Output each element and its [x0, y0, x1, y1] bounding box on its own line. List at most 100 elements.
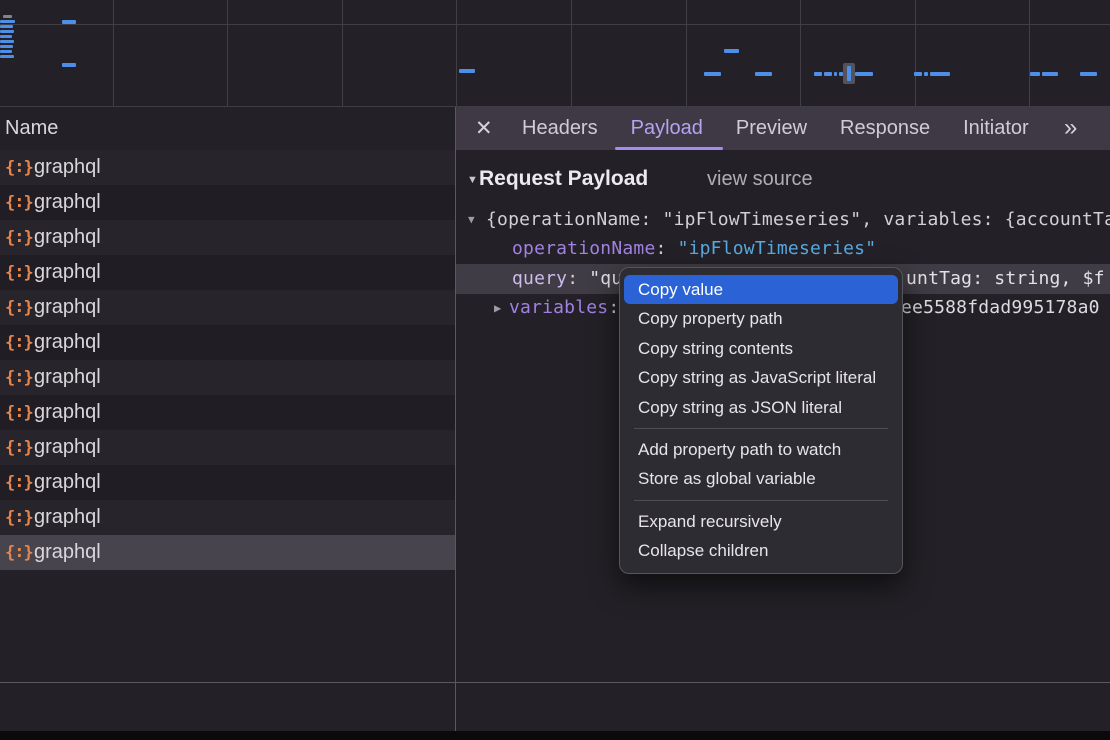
json-braces-icon: {∶} — [5, 368, 34, 388]
request-name: graphql — [34, 541, 101, 564]
payload-root-row[interactable]: ▼ {operationName: "ipFlowTimeseries", va… — [455, 205, 1110, 235]
request-row[interactable]: {∶}graphql — [0, 150, 455, 185]
operation-name-row[interactable]: operationName: "ipFlowTimeseries" — [455, 234, 1110, 264]
property-key: variables — [509, 297, 608, 318]
json-braces-icon: {∶} — [5, 438, 34, 458]
tab-preview[interactable]: Preview — [736, 107, 807, 150]
section-title: Request Payload — [479, 164, 648, 194]
query-entry: query: "qu — [512, 264, 622, 294]
menu-item-copy-property-path[interactable]: Copy property path — [624, 304, 898, 333]
json-braces-icon: {∶} — [5, 263, 34, 283]
json-braces-icon: {∶} — [5, 333, 34, 353]
context-menu: Copy valueCopy property pathCopy string … — [619, 267, 903, 574]
menu-item-copy-string-contents[interactable]: Copy string contents — [624, 334, 898, 363]
overview-request-bar — [0, 40, 14, 43]
menu-separator — [634, 500, 888, 501]
request-name: graphql — [34, 296, 101, 319]
overview-request-bar — [814, 72, 822, 76]
request-name: graphql — [34, 436, 101, 459]
property-value: "ipFlowTimeseries" — [678, 238, 877, 259]
key-separator: : — [608, 297, 619, 318]
menu-item-copy-string-as-javascript-literal[interactable]: Copy string as JavaScript literal — [624, 363, 898, 392]
name-column-label: Name — [0, 106, 455, 150]
menu-item-copy-string-as-json-literal[interactable]: Copy string as JSON literal — [624, 393, 898, 422]
request-name: graphql — [34, 366, 101, 389]
expand-triangle-icon[interactable]: ▼ — [468, 205, 475, 235]
close-icon[interactable]: ✕ — [475, 107, 493, 150]
detail-tabs: Headers Payload Preview Response Initiator — [522, 107, 1029, 150]
request-row[interactable]: {∶}graphql — [0, 220, 455, 255]
json-braces-icon: {∶} — [5, 473, 34, 493]
request-row[interactable]: {∶}graphql — [0, 290, 455, 325]
tab-payload[interactable]: Payload — [631, 107, 703, 150]
overview-request-bar — [0, 55, 14, 58]
request-name: graphql — [34, 191, 101, 214]
window-bottom-edge — [0, 731, 1110, 740]
request-list-header[interactable]: Name — [0, 106, 455, 151]
request-row[interactable]: {∶}graphql — [0, 535, 455, 570]
request-row[interactable]: {∶}graphql — [0, 185, 455, 220]
pane-vertical-divider[interactable] — [455, 107, 456, 731]
overview-gridline — [227, 0, 228, 106]
collapse-triangle-icon[interactable]: ▼ — [467, 165, 478, 195]
object-preview: {operationName: "ipFlowTimeseries", vari… — [486, 205, 1110, 235]
request-row[interactable]: {∶}graphql — [0, 430, 455, 465]
request-name: graphql — [34, 506, 101, 529]
variables-preview-right: ee5588fdad995178a0 — [901, 293, 1100, 323]
overview-request-bar — [724, 49, 739, 53]
overview-request-bar — [0, 50, 12, 53]
request-name: graphql — [34, 226, 101, 249]
request-row[interactable]: {∶}graphql — [0, 325, 455, 360]
json-braces-icon: {∶} — [5, 403, 34, 423]
request-row[interactable]: {∶}graphql — [0, 465, 455, 500]
overview-gridline — [113, 0, 114, 106]
overview-request-bar — [824, 72, 832, 76]
overview-request-bar — [62, 63, 76, 67]
overview-request-bar — [1030, 72, 1040, 76]
overview-request-bar — [0, 35, 12, 38]
expand-triangle-icon[interactable]: ▶ — [494, 293, 501, 323]
property-value-left: "qu — [589, 268, 622, 289]
overview-gridline — [456, 0, 457, 106]
overview-selected-marker-bar — [847, 66, 851, 81]
overview-request-bar — [914, 72, 922, 76]
overview-request-bar — [855, 72, 873, 76]
tab-initiator[interactable]: Initiator — [963, 107, 1029, 150]
payload-section-header[interactable]: ▼ Request Payload view source — [455, 164, 1110, 194]
menu-item-copy-value[interactable]: Copy value — [624, 275, 898, 304]
variables-entry: variables: — [509, 293, 619, 323]
overview-request-bar — [0, 45, 13, 48]
menu-separator — [634, 428, 888, 429]
devtools-network-panel: Name {∶}graphql{∶}graphql{∶}graphql{∶}gr… — [0, 0, 1110, 740]
overview-gridline — [571, 0, 572, 106]
more-tabs-icon[interactable]: » — [1064, 107, 1075, 148]
overview-request-bar — [834, 72, 837, 76]
request-name: graphql — [34, 331, 101, 354]
request-row[interactable]: {∶}graphql — [0, 255, 455, 290]
overview-request-bar — [755, 72, 772, 76]
request-row[interactable]: {∶}graphql — [0, 360, 455, 395]
json-braces-icon: {∶} — [5, 193, 34, 213]
request-row[interactable]: {∶}graphql — [0, 500, 455, 535]
overview-request-bar — [62, 20, 76, 24]
overview-lane-divider — [0, 24, 1110, 25]
overview-request-bar — [0, 20, 15, 23]
menu-item-add-property-path-to-watch[interactable]: Add property path to watch — [624, 435, 898, 464]
menu-item-store-as-global-variable[interactable]: Store as global variable — [624, 464, 898, 493]
overview-request-bar — [1042, 72, 1058, 76]
overview-request-bar — [459, 69, 475, 73]
view-source-link[interactable]: view source — [707, 164, 813, 194]
menu-item-collapse-children[interactable]: Collapse children — [624, 536, 898, 565]
menu-item-expand-recursively[interactable]: Expand recursively — [624, 507, 898, 536]
json-braces-icon: {∶} — [5, 158, 34, 178]
overview-request-bar — [924, 72, 928, 76]
tab-response[interactable]: Response — [840, 107, 930, 150]
key-separator: : — [567, 268, 589, 289]
network-overview-timeline[interactable] — [0, 0, 1110, 107]
request-row[interactable]: {∶}graphql — [0, 395, 455, 430]
overview-gridline — [800, 0, 801, 106]
request-name: graphql — [34, 156, 101, 179]
json-braces-icon: {∶} — [5, 508, 34, 528]
tab-headers[interactable]: Headers — [522, 107, 598, 150]
overview-request-bar — [0, 25, 13, 28]
